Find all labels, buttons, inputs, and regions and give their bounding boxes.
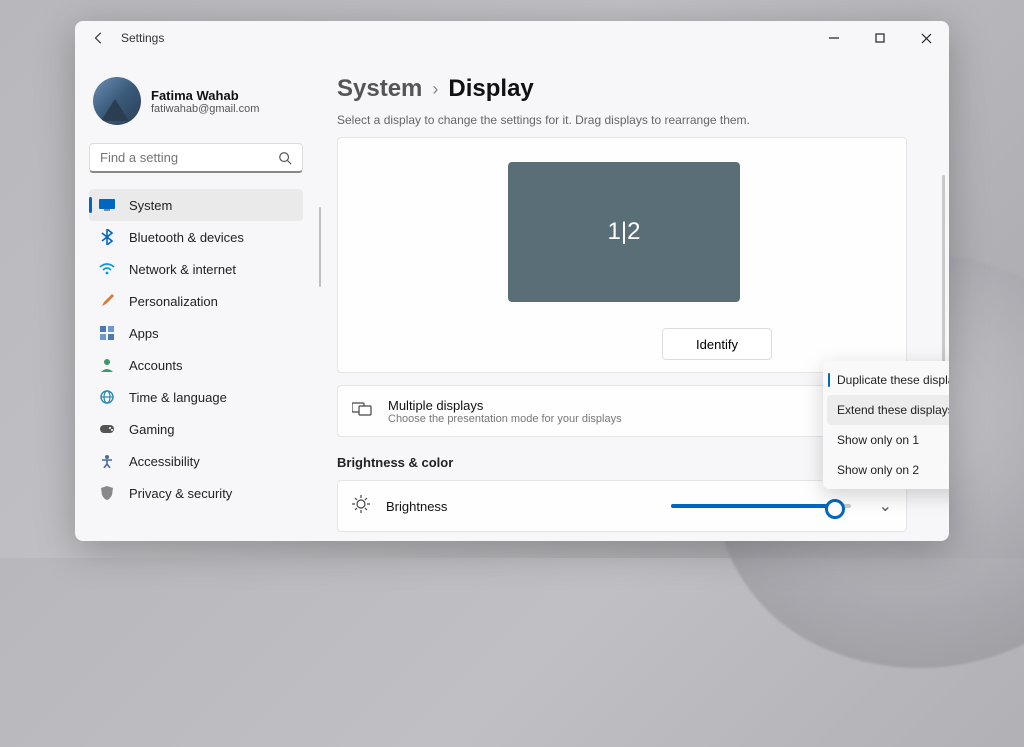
nav-item-personalization[interactable]: Personalization: [89, 285, 303, 317]
gaming-icon: [99, 421, 115, 437]
display-icon: [99, 197, 115, 213]
nav-label: Apps: [129, 326, 159, 341]
nav-item-network[interactable]: Network & internet: [89, 253, 303, 285]
nav: System Bluetooth & devices Network & int…: [89, 189, 319, 509]
globe-icon: [99, 389, 115, 405]
nav-item-gaming[interactable]: Gaming: [89, 413, 303, 445]
close-button[interactable]: [903, 21, 949, 55]
brush-icon: [99, 293, 115, 309]
display-mode-dropdown: Duplicate these displays Extend these di…: [823, 361, 949, 489]
wifi-icon: [99, 261, 115, 277]
nav-label: Time & language: [129, 390, 227, 405]
monitor-label: 1|2: [608, 218, 641, 246]
display-subtext: Select a display to change the settings …: [337, 113, 949, 127]
identify-button[interactable]: Identify: [662, 328, 772, 360]
dropdown-option-only2[interactable]: Show only on 2: [827, 455, 949, 485]
chevron-right-icon: ›: [432, 79, 438, 100]
multiple-displays-icon: [352, 401, 372, 422]
settings-window: Settings Fatima Wahab fatiwahab@gmail.co…: [75, 21, 949, 541]
search-input[interactable]: [100, 150, 278, 165]
minimize-button[interactable]: [811, 21, 857, 55]
nav-label: Network & internet: [129, 262, 236, 277]
nav-label: System: [129, 198, 172, 213]
apps-icon: [99, 325, 115, 341]
app-title: Settings: [121, 31, 164, 45]
dropdown-option-extend[interactable]: Extend these displays: [827, 395, 949, 425]
setting-title: Multiple displays: [388, 398, 622, 413]
breadcrumb-current: Display: [448, 75, 533, 103]
chevron-down-icon[interactable]: ⌄: [879, 496, 892, 516]
breadcrumb-parent[interactable]: System: [337, 75, 422, 103]
person-icon: [99, 357, 115, 373]
monitor-tile[interactable]: 1|2: [508, 162, 740, 302]
display-arrangement-box[interactable]: 1|2 Identify: [337, 137, 907, 373]
nav-item-time[interactable]: Time & language: [89, 381, 303, 413]
nav-label: Gaming: [129, 422, 175, 437]
nav-item-system[interactable]: System: [89, 189, 303, 221]
search-icon: [278, 151, 292, 165]
avatar: [93, 77, 141, 125]
maximize-button[interactable]: [857, 21, 903, 55]
back-button[interactable]: [83, 22, 115, 54]
brightness-title: Brightness: [386, 499, 447, 514]
setting-desc: Choose the presentation mode for your di…: [388, 413, 622, 425]
bluetooth-icon: [99, 229, 115, 245]
nav-label: Accounts: [129, 358, 182, 373]
profile-block[interactable]: Fatima Wahab fatiwahab@gmail.com: [89, 65, 319, 137]
sidebar: Fatima Wahab fatiwahab@gmail.com System …: [75, 55, 319, 541]
brightness-icon: [352, 495, 370, 518]
multiple-displays-card[interactable]: Multiple displays Choose the presentatio…: [337, 385, 907, 437]
breadcrumb: System › Display: [337, 75, 949, 103]
nav-item-accessibility[interactable]: Accessibility: [89, 445, 303, 477]
nav-item-apps[interactable]: Apps: [89, 317, 303, 349]
shield-icon: [99, 485, 115, 501]
titlebar: Settings: [75, 21, 949, 55]
nav-label: Privacy & security: [129, 486, 232, 501]
brightness-card[interactable]: Brightness ⌄: [337, 480, 907, 532]
profile-email: fatiwahab@gmail.com: [151, 103, 259, 115]
nav-label: Personalization: [129, 294, 218, 309]
nav-label: Bluetooth & devices: [129, 230, 244, 245]
search-box[interactable]: [89, 143, 303, 173]
brightness-slider[interactable]: [671, 504, 851, 508]
dropdown-option-only1[interactable]: Show only on 1: [827, 425, 949, 455]
dropdown-option-duplicate[interactable]: Duplicate these displays: [827, 365, 949, 395]
profile-name: Fatima Wahab: [151, 88, 259, 103]
nav-item-privacy[interactable]: Privacy & security: [89, 477, 303, 509]
accessibility-icon: [99, 453, 115, 469]
nav-label: Accessibility: [129, 454, 200, 469]
nav-item-bluetooth[interactable]: Bluetooth & devices: [89, 221, 303, 253]
nav-item-accounts[interactable]: Accounts: [89, 349, 303, 381]
